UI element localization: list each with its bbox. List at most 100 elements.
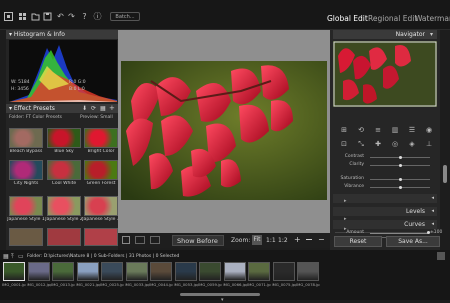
split-view-icon[interactable] — [135, 236, 145, 244]
clarity-slider[interactable] — [370, 164, 430, 167]
rotate-icon[interactable]: ⟲ — [357, 126, 365, 134]
stamp-icon[interactable]: ⊥ — [425, 140, 433, 148]
collapse-icon[interactable]: ▾ — [430, 31, 433, 38]
filmstrip-thumbnail[interactable] — [199, 262, 221, 281]
download-icon[interactable]: ⬇ — [82, 105, 87, 112]
zoom-slider[interactable] — [306, 239, 312, 240]
filmstrip-label: IMG_0033.jpg — [124, 282, 149, 287]
histogram-header[interactable]: ▾ Histogram & Info — [6, 30, 118, 39]
preset-next-row[interactable] — [84, 228, 118, 246]
filmstrip-scrollbar[interactable] — [180, 293, 260, 296]
preset-bleach-bypass[interactable]: Bleach Bypass — [9, 128, 43, 156]
navigator-header[interactable]: Navigator — [333, 30, 437, 39]
adjust-icon[interactable]: ≡ — [374, 126, 382, 134]
up-folder-icon[interactable]: ⤒ — [11, 253, 14, 261]
filmstrip-thumbnail[interactable] — [223, 262, 246, 281]
folder-icon[interactable]: ▭ — [18, 253, 24, 260]
grid-icon[interactable]: ▦ — [3, 253, 9, 260]
section-curves[interactable]: Curves ◂ — [333, 220, 437, 229]
zoom-1-2-button[interactable]: 1:2 — [278, 237, 288, 244]
zoom-fit-button[interactable]: Fit — [252, 235, 262, 245]
slider-handle[interactable] — [399, 164, 402, 167]
grid-view-icon[interactable]: ▦ — [100, 105, 106, 112]
preset-next-row[interactable] — [47, 228, 81, 246]
info-icon[interactable]: ⓘ — [93, 12, 102, 21]
preset-japanese-style-2[interactable]: Japanese Style 2 — [45, 196, 83, 224]
amount-slider[interactable] — [370, 233, 428, 234]
right-scrollbar[interactable] — [443, 165, 447, 183]
preset-cool-white[interactable]: Cool White — [47, 160, 81, 188]
preset-japanese-style-1[interactable]: Japanese Style 1 — [7, 196, 45, 224]
filmstrip-thumbnail[interactable] — [76, 262, 99, 281]
open-folder-icon[interactable] — [31, 12, 40, 21]
preset-folder-select[interactable]: Folder: FT Color Presets — [9, 115, 62, 120]
preset-next-row[interactable] — [9, 228, 43, 246]
save-as-button[interactable]: Save As... — [386, 236, 440, 247]
refresh-icon[interactable]: ⟳ — [91, 105, 96, 112]
side-by-side-icon[interactable] — [150, 236, 160, 244]
preset-green-forest[interactable]: Green Forest — [84, 160, 118, 188]
resize-icon[interactable]: ⤡ — [357, 140, 365, 148]
zoom-out-icon[interactable]: − — [318, 235, 325, 244]
preset-bright-color[interactable]: Bright Color — [84, 128, 118, 156]
tab-regional-edit[interactable]: Regional Edit — [368, 14, 417, 23]
levels-icon[interactable]: ▥ — [391, 126, 399, 134]
undo-icon[interactable]: ↶ — [56, 12, 65, 21]
slider-handle[interactable] — [399, 186, 402, 189]
section-blank[interactable]: ◂ — [333, 194, 437, 203]
batch-button[interactable]: Batch... — [110, 12, 140, 21]
list-icon[interactable]: ☰ — [408, 126, 416, 134]
vibrance-slider[interactable] — [370, 186, 430, 189]
zoom-label: Zoom: — [231, 237, 251, 244]
reset-button[interactable]: Reset — [334, 236, 382, 247]
preset-city-nights[interactable]: City Nights — [9, 160, 43, 188]
section-levels[interactable]: Levels ◂ — [333, 207, 437, 216]
crop-icon[interactable]: ⊞ — [340, 126, 348, 134]
saturation-slider[interactable] — [370, 178, 430, 181]
filmstrip-thumbnail[interactable] — [297, 262, 319, 281]
filmstrip-thumbnail[interactable] — [52, 262, 74, 281]
show-before-button[interactable]: Show Before — [172, 235, 224, 246]
lens-icon[interactable]: ◉ — [425, 126, 433, 134]
tab-watermark[interactable]: Watermark — [415, 14, 450, 23]
filmstrip-thumbnail[interactable] — [125, 262, 148, 281]
save-icon[interactable] — [43, 12, 52, 21]
filmstrip-thumbnail[interactable] — [272, 262, 295, 281]
heal-icon[interactable]: ✚ — [374, 140, 382, 148]
redo-icon[interactable]: ↷ — [67, 12, 76, 21]
chevron-down-icon[interactable]: ▾ — [221, 297, 224, 303]
chevron-right-icon[interactable]: ▸ — [344, 198, 347, 204]
filmstrip-thumbnail[interactable] — [101, 262, 123, 281]
chevron-right-icon[interactable]: ▸ — [344, 216, 347, 222]
filmstrip-thumbnail[interactable] — [3, 262, 25, 281]
preset-thumbnail — [84, 228, 118, 246]
filmstrip-thumbnail[interactable] — [174, 262, 197, 281]
histogram-title: Histogram & Info — [13, 31, 65, 38]
tab-global-edit[interactable]: Global Edit — [327, 14, 368, 23]
filmstrip-label: IMG_0075.jpg — [271, 282, 296, 287]
slider-handle[interactable] — [399, 178, 402, 181]
add-icon[interactable]: + — [109, 104, 115, 112]
image-canvas[interactable] — [118, 30, 330, 233]
single-view-icon[interactable] — [122, 236, 130, 244]
contrast-slider[interactable] — [370, 156, 430, 159]
zoom-1-1-button[interactable]: 1:1 — [266, 237, 276, 244]
top-toolbar: ↶ ↷ ? ⓘ Batch... Global Edit Regional Ed… — [0, 0, 450, 30]
filmstrip-thumbnail[interactable] — [150, 262, 172, 281]
filmstrip-thumbnail[interactable] — [248, 262, 270, 281]
preview-size-select[interactable]: Preview: Small — [80, 115, 113, 120]
straighten-icon[interactable]: ⊡ — [340, 140, 348, 148]
navigator-preview[interactable] — [333, 41, 437, 107]
maximize-icon[interactable] — [437, 252, 445, 260]
canvas-toolbar: Show Before Zoom: Fit 1:1 1:2 + − — [118, 233, 330, 248]
red-eye-icon[interactable]: ◎ — [391, 140, 399, 148]
effect-presets-title: Effect Presets — [13, 105, 55, 112]
grid-icon[interactable] — [18, 12, 27, 21]
slider-handle[interactable] — [399, 156, 402, 159]
preset-blue-sky[interactable]: Blue Sky — [47, 128, 81, 156]
preset-japanese-style-3[interactable]: Japanese Style 3 — [82, 196, 120, 224]
sharpen-icon[interactable]: ◈ — [408, 140, 416, 148]
filmstrip-thumbnail[interactable] — [27, 262, 50, 281]
zoom-in-icon[interactable]: + — [294, 235, 301, 244]
help-icon[interactable]: ? — [80, 12, 89, 21]
